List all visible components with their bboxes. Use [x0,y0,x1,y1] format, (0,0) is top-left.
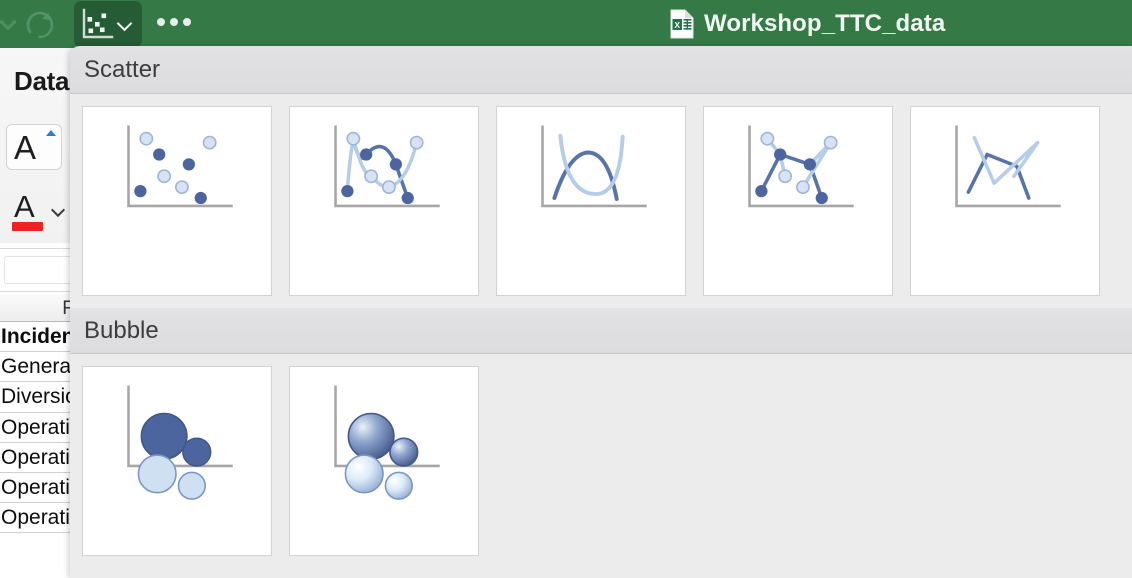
gallery-section-header-scatter: Scatter [70,46,1132,94]
scatter-smooth-lines[interactable] [496,106,686,296]
gallery-section-title: Bubble [84,316,159,344]
gallery-section-header-bubble: Bubble [70,308,1132,354]
refresh-icon[interactable] [22,7,58,43]
scatter-straight-lines-markers[interactable] [703,106,893,296]
chevron-down-icon [117,18,133,28]
ribbon-tab-data[interactable]: Data [14,66,69,97]
document-title-group: X Workshop_TTC_data [670,8,945,40]
gallery-section-title: Scatter [84,55,161,83]
gallery-section-body-bubble [70,354,1132,556]
title-bar: X Workshop_TTC_data [0,0,1132,48]
sheet-cell[interactable]: General [1,354,76,380]
caret-left-icon[interactable] [0,14,12,28]
chart-type-gallery-panel: Scatter Bubble [70,46,1132,578]
chart-type-button[interactable] [74,1,142,47]
overflow-dots-icon[interactable] [157,18,191,28]
excel-file-icon: X [670,9,694,39]
grow-font-glyph: A [14,129,37,166]
scatter-smooth-lines-markers[interactable] [289,106,479,296]
document-title: Workshop_TTC_data [704,10,946,37]
chevron-down-icon[interactable] [52,205,66,214]
caret-up-icon [46,130,56,136]
bubble-chart[interactable] [82,366,272,556]
scatter-markers-only[interactable] [82,106,272,296]
svg-text:X: X [674,20,680,30]
bubble-3d-chart[interactable] [289,366,479,556]
font-color-swatch [12,222,43,231]
scatter-chart-icon [81,8,114,40]
screenshot-root: Data A A F Incident General Diversion Oper… [0,0,1132,578]
font-color-glyph: A [14,189,35,224]
scatter-straight-lines[interactable] [910,106,1100,296]
gallery-section-body-scatter [70,94,1132,296]
